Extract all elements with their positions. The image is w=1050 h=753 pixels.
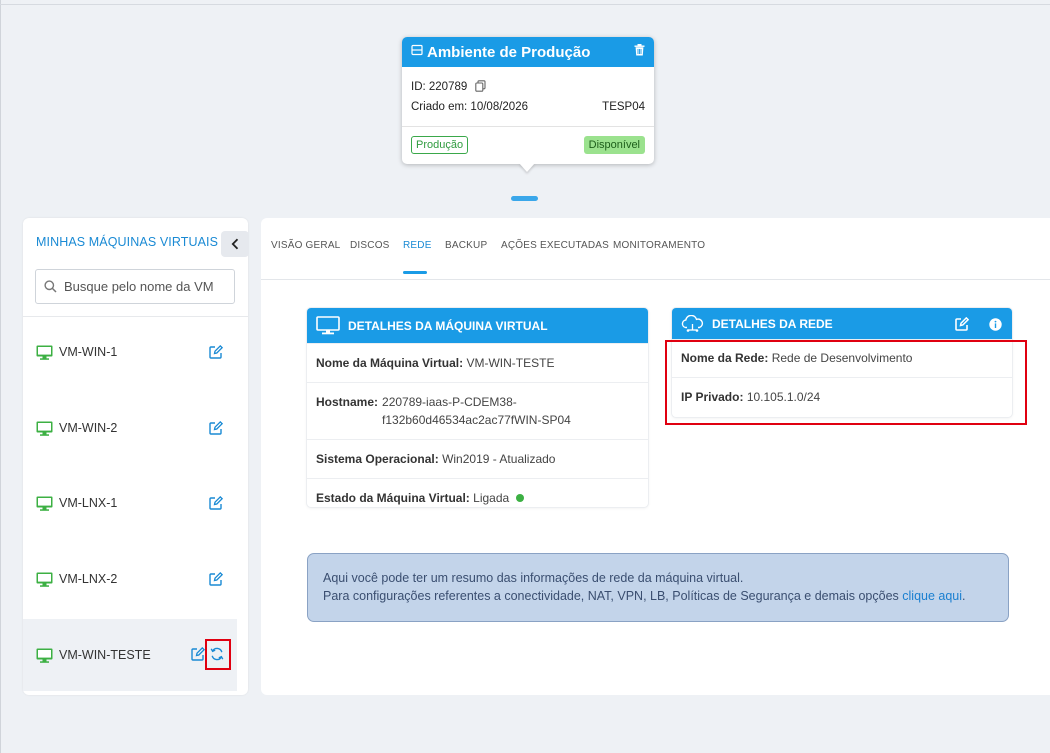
field-value: VM-WIN-TESTE: [466, 356, 555, 370]
vm-list-item[interactable]: VM-WIN-2: [23, 392, 237, 464]
vm-name-row: Nome da Máquina Virtual: VM-WIN-TESTE: [307, 343, 648, 382]
vm-list-item[interactable]: VM-WIN-1: [23, 316, 237, 388]
collapse-sidebar-button[interactable]: [221, 231, 249, 257]
field-value: Win2019 - Atualizado: [442, 452, 556, 466]
info-text: Para configurações referentes a conectiv…: [323, 589, 899, 603]
tab-overview[interactable]: VISÃO GERAL: [271, 240, 340, 251]
divider: [402, 126, 654, 127]
vm-sidebar: MINHAS MÁQUINAS VIRTUAIS Busque pelo nom…: [23, 218, 249, 695]
field-value: Ligada: [473, 491, 510, 505]
status-badge: Disponível: [583, 136, 645, 154]
chevron-left-icon: [231, 238, 239, 250]
copy-icon[interactable]: [475, 79, 486, 95]
environment-id: ID: 220789: [411, 81, 468, 93]
network-info-banner: Aqui você pode ter um resumo das informa…: [307, 553, 1009, 622]
vm-list-item[interactable]: VM-LNX-2: [23, 543, 237, 615]
field-label: Nome da Máquina Virtual:: [316, 356, 464, 370]
vm-details-title: DETALHES DA MÁQUINA VIRTUAL: [348, 318, 548, 333]
monitor-icon: [36, 648, 53, 663]
environment-title: Ambiente de Produção: [427, 43, 591, 61]
environment-card-header: Ambiente de Produção: [402, 37, 654, 67]
trash-icon[interactable]: [634, 43, 645, 61]
info-icon[interactable]: [989, 318, 1002, 334]
info-text: Aqui você pode ter um resumo das informa…: [323, 571, 744, 585]
frame-border-left: [0, 0, 1, 753]
os-row: Sistema Operacional: Win2019 - Atualizad…: [307, 439, 648, 478]
monitor-icon: [36, 345, 53, 360]
highlight-box: [665, 340, 1027, 425]
environment-type-badge: Produção: [411, 136, 469, 154]
edit-icon[interactable]: [209, 571, 224, 586]
environment-card[interactable]: Ambiente de Produção ID: 220789 Criado e…: [402, 37, 654, 164]
network-details-title: DETALHES DA REDE: [712, 316, 833, 331]
tab-bar: VISÃO GERAL DISCOS REDE BACKUP AÇÕES EXE…: [261, 218, 1050, 280]
vm-details-header: DETALHES DA MÁQUINA VIRTUAL: [307, 308, 648, 343]
tab-actions[interactable]: AÇÕES EXECUTADAS: [501, 240, 609, 251]
edit-icon[interactable]: [209, 495, 224, 510]
vm-list-item[interactable]: VM-LNX-1: [23, 467, 237, 539]
connector-handle[interactable]: [511, 196, 538, 201]
field-value: f132b60d46534ac2ac77fWIN-SP04: [382, 413, 571, 427]
search-icon: [44, 280, 57, 293]
status-dot: [515, 494, 524, 502]
click-here-link[interactable]: clique aqui: [902, 589, 962, 603]
network-details-header: DETALHES DA REDE: [672, 308, 1012, 339]
highlight-box: [205, 639, 231, 670]
cloud-network-icon: [681, 314, 704, 332]
edit-icon[interactable]: [955, 316, 970, 334]
active-tab-indicator: [403, 271, 427, 274]
field-label: Estado da Máquina Virtual:: [316, 491, 470, 505]
environment-created: Criado em: 10/08/2026: [411, 101, 528, 113]
info-text: .: [962, 589, 966, 603]
tab-monitoring[interactable]: MONITORAMENTO: [613, 240, 705, 251]
edit-icon[interactable]: [191, 646, 206, 661]
edit-icon[interactable]: [209, 420, 224, 435]
field-label: Hostname:: [316, 395, 379, 409]
tab-network[interactable]: REDE: [403, 240, 432, 251]
server-icon: [411, 43, 423, 61]
field-value: 220789-iaas-P-CDEM38-: [382, 395, 517, 409]
monitor-icon: [36, 572, 53, 587]
monitor-icon: [36, 496, 53, 511]
card-pointer: [519, 163, 535, 172]
vm-search-input[interactable]: Busque pelo nome da VM: [35, 269, 235, 304]
vm-details-card: DETALHES DA MÁQUINA VIRTUAL Nome da Máqu…: [307, 308, 648, 507]
field-label: Sistema Operacional:: [316, 452, 439, 466]
edit-icon[interactable]: [209, 344, 224, 359]
vm-state-row: Estado da Máquina Virtual: Ligada: [307, 478, 648, 517]
environment-code: TESP04: [602, 101, 645, 113]
vm-detail-panel: VISÃO GERAL DISCOS REDE BACKUP AÇÕES EXE…: [261, 218, 1050, 695]
tab-backup[interactable]: BACKUP: [445, 240, 487, 251]
tab-disks[interactable]: DISCOS: [350, 240, 390, 251]
monitor-icon: [316, 316, 340, 335]
search-placeholder: Busque pelo nome da VM: [64, 279, 214, 294]
hostname-row: Hostname: 220789-iaas-P-CDEM38- f132b60d…: [307, 382, 648, 439]
sidebar-title: MINHAS MÁQUINAS VIRTUAIS: [36, 235, 219, 249]
monitor-icon: [36, 421, 53, 436]
frame-border-top: [0, 4, 1050, 5]
